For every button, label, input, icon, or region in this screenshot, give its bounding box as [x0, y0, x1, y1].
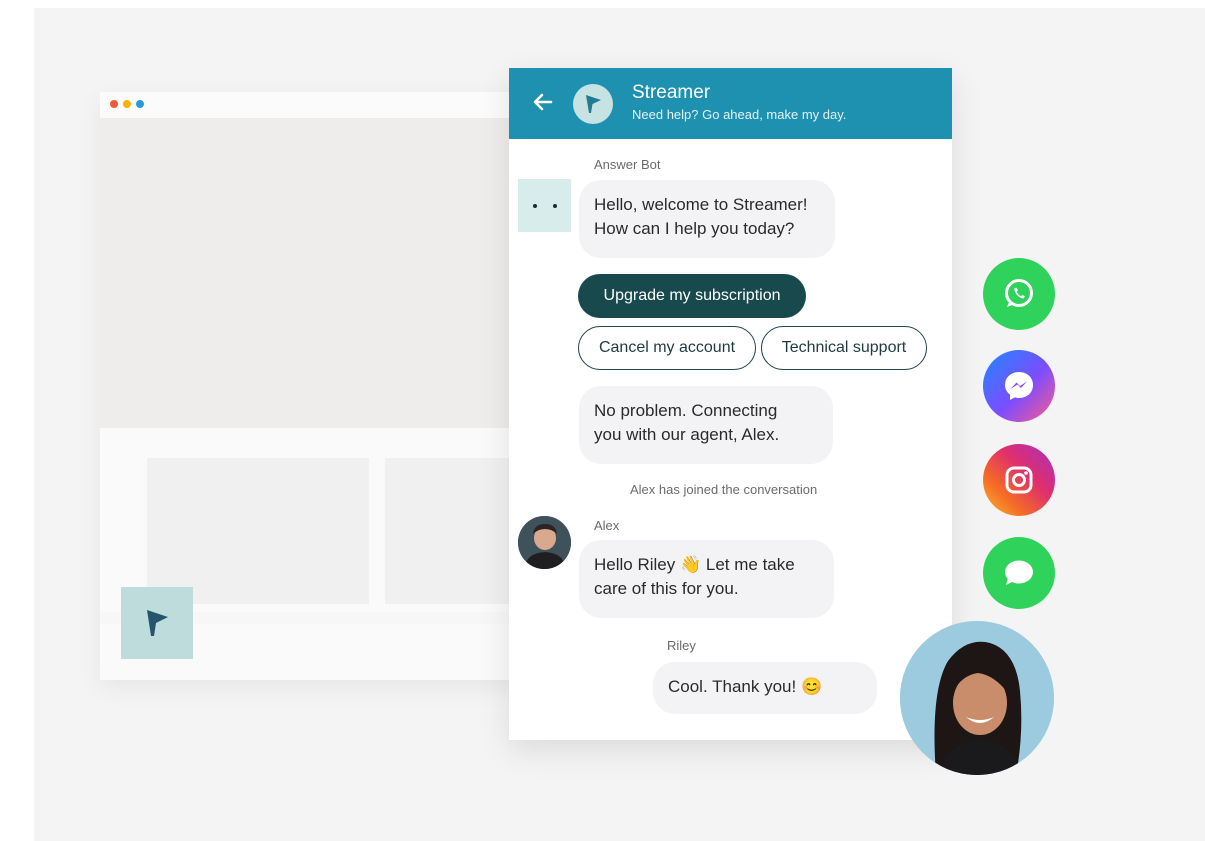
- message-line: No problem. Connecting: [594, 401, 778, 420]
- chat-header: Streamer Need help? Go ahead, make my da…: [509, 68, 952, 139]
- close-dot: [110, 100, 118, 108]
- browser-title-bar: [100, 92, 520, 118]
- browser-hero-placeholder: [100, 118, 520, 428]
- message-line: care of this for you.: [594, 579, 739, 598]
- chat-subtitle: Need help? Go ahead, make my day.: [632, 107, 847, 122]
- message-line: Hello Riley 👋 Let me take: [594, 555, 795, 574]
- messenger-icon[interactable]: [983, 350, 1055, 422]
- chat-widget: Streamer Need help? Go ahead, make my da…: [509, 68, 952, 740]
- message-icon[interactable]: [983, 537, 1055, 609]
- agent-photo: [518, 516, 571, 569]
- chat-title: Streamer: [632, 82, 711, 103]
- minimize-dot: [123, 100, 131, 108]
- brand-avatar: [573, 84, 613, 124]
- smiling-face-icon: 😊: [800, 677, 823, 696]
- user-message-bubble: Cool. Thank you! 😊: [653, 662, 877, 714]
- agent-avatar: [518, 516, 571, 569]
- flag-logo-icon: [586, 95, 601, 113]
- instagram-icon[interactable]: [983, 444, 1055, 516]
- agent-name: Alex: [594, 518, 620, 533]
- waving-hand-icon: 👋: [679, 555, 702, 574]
- user-name: Riley: [667, 638, 696, 653]
- agent-message-bubble: Hello Riley 👋 Let me take care of this f…: [579, 540, 834, 618]
- quick-reply-technical[interactable]: Technical support: [761, 326, 927, 370]
- quick-reply-cancel[interactable]: Cancel my account: [578, 326, 756, 370]
- user-photo: [900, 621, 1054, 775]
- flag-logo-icon: [147, 610, 168, 636]
- content-card-placeholder: [147, 458, 369, 604]
- system-event-text: Alex has joined the conversation: [630, 482, 818, 497]
- bot-message-bubble: Hello, welcome to Streamer! How can I he…: [579, 180, 835, 258]
- chat-launcher-button[interactable]: [121, 587, 193, 659]
- message-line: you with our agent, Alex.: [594, 425, 780, 444]
- bot-message-bubble: No problem. Connecting you with our agen…: [579, 386, 833, 464]
- back-arrow-icon[interactable]: [531, 90, 555, 114]
- whatsapp-icon[interactable]: [983, 258, 1055, 330]
- message-line: How can I help you today?: [594, 219, 795, 238]
- bot-name: Answer Bot: [594, 157, 661, 172]
- maximize-dot: [136, 100, 144, 108]
- bot-avatar: [518, 179, 571, 232]
- user-avatar: [900, 621, 1054, 775]
- quick-reply-upgrade[interactable]: Upgrade my subscription: [578, 274, 806, 318]
- message-line: Hello, welcome to Streamer!: [594, 195, 808, 214]
